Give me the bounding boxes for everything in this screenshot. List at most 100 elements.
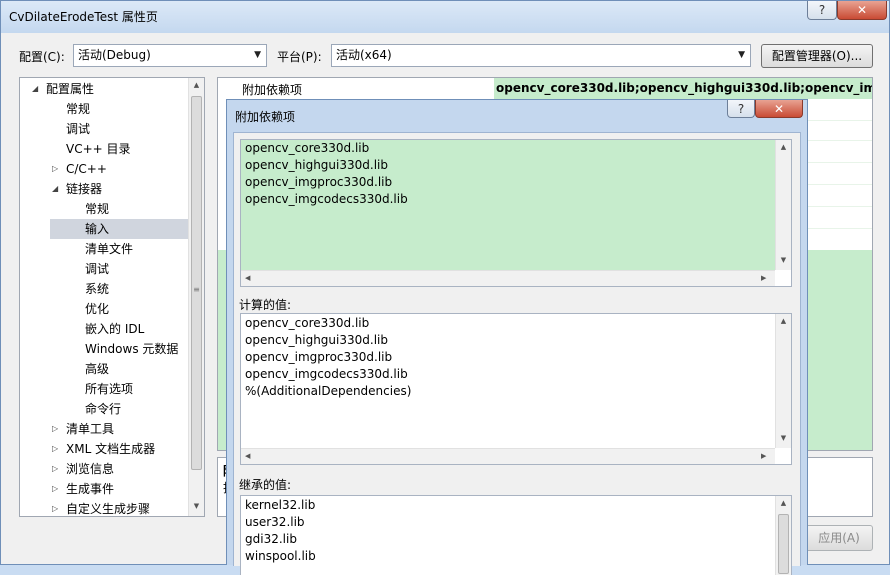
text-line: opencv_highgui330d.lib — [245, 333, 388, 347]
config-manager-button[interactable]: 配置管理器(O)... — [761, 44, 873, 68]
text-line: kernel32.lib — [245, 498, 316, 512]
config-dropdown[interactable]: 活动(Debug) ▼ — [73, 44, 267, 67]
inherited-scrollbar-thumb[interactable] — [778, 514, 789, 574]
tree-item[interactable]: ◢ 链接器 — [20, 179, 188, 199]
inherited-vscroll[interactable]: ▲ — [775, 496, 791, 575]
computed-vscroll[interactable]: ▲ ▼ — [775, 314, 791, 448]
tree-item[interactable]: 调试 — [20, 119, 188, 139]
tree-item[interactable]: ▷ XML 文档生成器 — [20, 439, 188, 459]
computed-values-box: opencv_core330d.lib opencv_highgui330d.li… — [240, 313, 792, 465]
expand-arrow-icon[interactable]: ▷ — [52, 419, 58, 439]
tree-scrollbar[interactable]: ▲ ≡ ▼ — [188, 78, 204, 516]
scroll-up-icon[interactable]: ▲ — [776, 143, 791, 151]
help-button[interactable]: ? — [807, 1, 837, 20]
tree-item-label: VC++ 目录 — [66, 142, 131, 156]
tree-item[interactable]: 常规 — [20, 99, 188, 119]
tree-item-label: 调试 — [85, 262, 110, 276]
text-line: winspool.lib — [245, 549, 316, 563]
computed-label: 计算的值: — [239, 298, 292, 312]
tree-item[interactable]: 清单文件 — [50, 239, 188, 259]
collapse-arrow-icon[interactable]: ◢ — [32, 79, 38, 99]
tree-item[interactable]: 常规 — [50, 199, 188, 219]
inherited-values-box: kernel32.lib user32.lib gdi32.lib winspool.… — [240, 495, 792, 575]
tree-item[interactable]: 输入 — [50, 219, 188, 239]
expand-arrow-icon[interactable]: ▷ — [52, 499, 58, 516]
tree-item[interactable]: 系统 — [50, 279, 188, 299]
scroll-right-icon[interactable]: ▶ — [761, 449, 766, 464]
editor-vscroll[interactable]: ▲ ▼ — [775, 140, 791, 270]
tree-item[interactable]: ▷ 清单工具 — [20, 419, 188, 439]
scroll-up-icon[interactable]: ▲ — [776, 317, 791, 325]
tree-item-label: 优化 — [85, 302, 110, 316]
text-line: gdi32.lib — [245, 532, 297, 546]
expand-arrow-icon[interactable]: ▷ — [52, 479, 58, 499]
collapse-arrow-icon[interactable]: ◢ — [52, 179, 58, 199]
tree-item[interactable]: 高级 — [50, 359, 188, 379]
tree-item-label: 清单工具 — [66, 422, 115, 436]
text-line: user32.lib — [245, 515, 305, 529]
tree-item[interactable]: ▷ C/C++ — [20, 159, 188, 179]
text-line: opencv_highgui330d.lib — [245, 158, 388, 172]
apply-button[interactable]: 应用(A) — [805, 525, 873, 551]
platform-label: 平台(P): — [277, 50, 322, 64]
tree-item-label: 系统 — [85, 282, 110, 296]
tree-item[interactable]: ▷ 生成事件 — [20, 479, 188, 499]
text-line: opencv_imgproc330d.lib — [245, 350, 393, 364]
scroll-up-icon[interactable]: ▲ — [189, 81, 204, 89]
tree-item[interactable]: ◢ 配置属性 — [20, 79, 188, 99]
scroll-down-icon[interactable]: ▼ — [189, 502, 204, 510]
property-value[interactable]: opencv_core330d.lib;opencv_highgui330d.l… — [494, 78, 872, 99]
tree-item-label: 清单文件 — [85, 242, 134, 256]
text-line: opencv_imgcodecs330d.lib — [245, 367, 408, 381]
tree-scrollbar-thumb[interactable]: ≡ — [191, 96, 202, 470]
dialog-close-button[interactable]: ✕ — [755, 100, 803, 118]
tree-item[interactable]: Windows 元数据 — [50, 339, 188, 359]
scroll-left-icon[interactable]: ◀ — [245, 449, 250, 464]
expand-arrow-icon[interactable]: ▷ — [52, 439, 58, 459]
tree-item-label: 常规 — [85, 202, 110, 216]
scroll-down-icon[interactable]: ▼ — [776, 434, 791, 442]
help-icon: ? — [818, 3, 826, 17]
computed-hscroll[interactable]: ◀ ▶ — [241, 448, 775, 464]
tree-item-label: 调试 — [66, 122, 91, 136]
tree-item-label: XML 文档生成器 — [66, 442, 156, 456]
dependencies-editor[interactable]: opencv_core330d.lib opencv_highgui330d.li… — [240, 139, 792, 287]
tree-item[interactable]: 调试 — [50, 259, 188, 279]
tree-item-label: 自定义生成步骤 — [66, 502, 151, 516]
tree-item-label: 常规 — [66, 102, 91, 116]
property-name: 附加依赖项 — [242, 83, 303, 97]
scroll-down-icon[interactable]: ▼ — [776, 256, 791, 264]
dialog-help-button[interactable]: ? — [727, 100, 755, 118]
scroll-right-icon[interactable]: ▶ — [761, 271, 766, 286]
text-line: opencv_core330d.lib — [245, 141, 370, 155]
dialog-title: 附加依赖项 — [235, 110, 296, 124]
tree-item[interactable]: VC++ 目录 — [20, 139, 188, 159]
close-button[interactable]: ✕ — [837, 1, 887, 20]
dialog-body: opencv_core330d.lib opencv_highgui330d.li… — [233, 132, 801, 575]
scroll-up-icon[interactable]: ▲ — [776, 499, 791, 507]
tree-item[interactable]: 所有选项 — [50, 379, 188, 399]
tree-item[interactable]: 命令行 — [50, 399, 188, 419]
tree-item-label: 高级 — [85, 362, 110, 376]
title-bar: CvDilateErodeTest 属性页 ? ✕ — [1, 1, 889, 33]
editor-hscroll[interactable]: ◀ ▶ — [241, 270, 775, 286]
tree-item-label: 链接器 — [66, 182, 103, 196]
platform-value: 活动(x64) — [336, 48, 392, 62]
editor-content[interactable]: opencv_core330d.lib opencv_highgui330d.li… — [241, 140, 775, 270]
expand-arrow-icon[interactable]: ▷ — [52, 159, 58, 179]
config-value: 活动(Debug) — [78, 48, 151, 62]
expand-arrow-icon[interactable]: ▷ — [52, 459, 58, 479]
text-line: opencv_imgproc330d.lib — [245, 175, 393, 189]
platform-dropdown[interactable]: 活动(x64) ▼ — [331, 44, 751, 67]
close-icon: ✕ — [773, 102, 785, 116]
tree-item[interactable]: 嵌入的 IDL — [50, 319, 188, 339]
tree-item[interactable]: ▷ 自定义生成步骤 — [20, 499, 188, 516]
tree-item[interactable]: 优化 — [50, 299, 188, 319]
tree-item-label: 浏览信息 — [66, 462, 115, 476]
text-line: opencv_imgcodecs330d.lib — [245, 192, 408, 206]
chevron-down-icon: ▼ — [254, 50, 261, 60]
tree-item-label: 输入 — [85, 222, 110, 236]
scroll-left-icon[interactable]: ◀ — [245, 271, 250, 286]
window-title: CvDilateErodeTest 属性页 — [9, 10, 158, 24]
tree-item[interactable]: ▷ 浏览信息 — [20, 459, 188, 479]
